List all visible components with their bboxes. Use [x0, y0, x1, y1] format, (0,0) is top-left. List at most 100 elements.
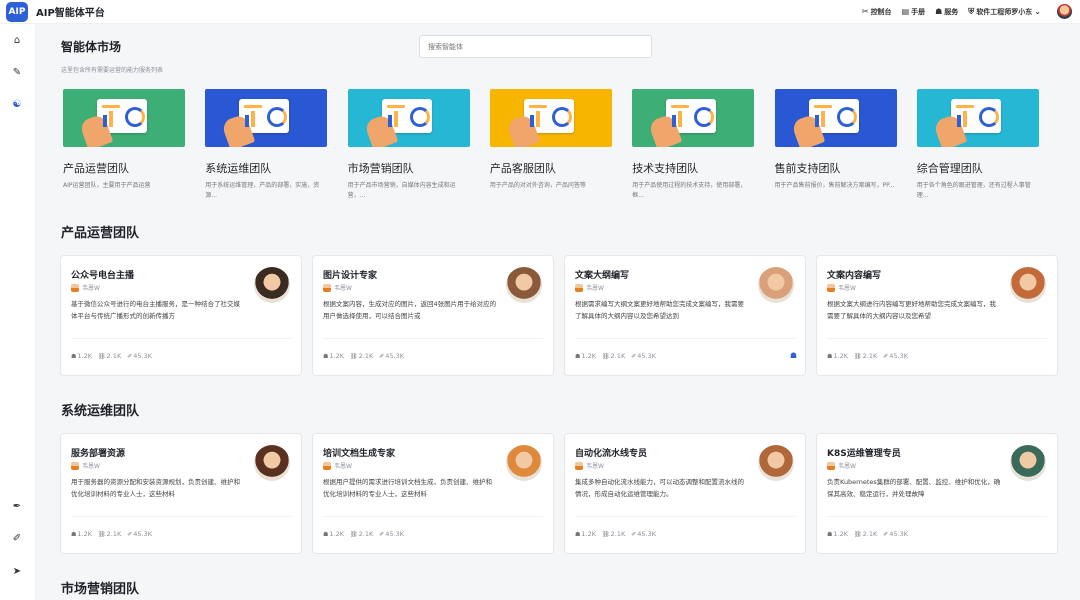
- page-title: 智能体市场: [61, 40, 122, 54]
- team-image: [632, 89, 755, 147]
- agent-description: 用于服务器的资源分配和安装资源规划，负责创建、维护和优化培训材料的专业人士，这些…: [71, 478, 240, 498]
- agent-stats: ☗ 1.2K ⛓ 2.1K ✐ 45.3K: [575, 352, 656, 360]
- agent-card[interactable]: 文案内容编写 韦恩W 根据文案大纲进行内容编写更好地帮助您完成文案编写，我需要了解具…: [816, 255, 1058, 376]
- divider: [827, 516, 1047, 517]
- send-icon[interactable]: ➤: [10, 564, 24, 578]
- team-image: [916, 89, 1039, 147]
- team-image: [489, 89, 612, 147]
- link-icon: ⛓: [602, 530, 610, 538]
- team-card[interactable]: 市场营销团队 用于产品市场营销，自媒体内容生成和运营，...: [347, 89, 470, 201]
- users-icon: ☗: [71, 352, 77, 360]
- agent-author: 韦恩W: [71, 283, 100, 292]
- usage-icon: ✐: [127, 352, 133, 360]
- manual-icon: ▤: [901, 7, 910, 16]
- uses-count: 45.3K: [637, 530, 657, 538]
- nav-manual[interactable]: ▤ 手册: [902, 7, 926, 17]
- app-logo[interactable]: AIP: [6, 1, 28, 22]
- sidebar: ⌂ ✎ ☯ ✒ ✐ ➤: [0, 24, 36, 600]
- agent-card[interactable]: 自动化流水线专员 韦恩W 集成多种自动化流水线能力，可以动态调整和配置流水线的情况，…: [564, 433, 806, 554]
- agent-avatar: [1010, 267, 1046, 303]
- user-badge-icon[interactable]: ☗: [790, 351, 797, 360]
- agent-card[interactable]: 服务部署资源韦恩W 用于服务器的资源分配和安装资源规划，负责创建、维护和优化培训材…: [60, 433, 302, 554]
- agent-card[interactable]: K8S运维管理专员 韦恩W 负责Kubernetes集群的部署、配置、监控、维护和优…: [816, 433, 1058, 554]
- usage-icon: ✐: [127, 530, 133, 538]
- agent-avatar: [758, 445, 794, 481]
- divider: [575, 338, 795, 339]
- link-icon: ⛓: [854, 352, 862, 360]
- links-count: 2.1K: [862, 530, 878, 538]
- agent-name: 服务部署资源: [71, 449, 126, 459]
- team-card[interactable]: 产品客服团队用于产品的对对外咨询，产品问答等: [489, 89, 612, 201]
- agent-stats: ☗ 1.2K ⛓ 2.1K ✐ 45.3K: [827, 352, 908, 360]
- agent-card[interactable]: 文案大纲编写 韦恩W 根据需求编写大纲文案更好地帮助您完成文案编写，我需要了解具体的…: [564, 255, 806, 376]
- users-count: 1.2K: [581, 530, 596, 538]
- links-count: 2.1K: [358, 352, 374, 360]
- section-title: 市场营销团队: [61, 582, 140, 597]
- author-icon: [71, 283, 79, 292]
- agent-description: 根据用户提供的需求进行培训文档生成，负责创建、维护和优化培训材料的专业人士，这些…: [323, 478, 492, 498]
- author-name: 韦恩W: [586, 463, 604, 470]
- team-card[interactable]: 产品运营团队 AIP运营团队，主要用于产品运营: [63, 89, 185, 201]
- links-count: 2.1K: [106, 530, 122, 538]
- divider: [71, 338, 291, 339]
- pen-icon[interactable]: ✒: [10, 499, 24, 513]
- links-count: 2.1K: [106, 352, 122, 360]
- edit-icon[interactable]: ✎: [10, 65, 24, 79]
- author-icon: [575, 283, 583, 292]
- agents-icon[interactable]: ☯: [10, 97, 24, 111]
- users-count: 1.2K: [77, 530, 92, 538]
- agent-card[interactable]: 培训文档生成专家 韦恩W 根据用户提供的需求进行培训文档生成，负责创建、维护和优化培…: [312, 433, 554, 554]
- brush-icon[interactable]: ✐: [10, 531, 24, 545]
- team-name: 技术支持团队: [632, 162, 699, 175]
- team-name: 售前支持团队: [774, 162, 841, 175]
- link-icon: ⛓: [350, 530, 358, 538]
- team-desc: 用于产品售前报价，售前解决方案编写，PP...: [774, 182, 895, 189]
- team-image: [63, 89, 185, 147]
- agent-description: 根据文案内容，生成对应的图片，返回4张图片用于给对应的用户做选择使用，可以结合图…: [323, 300, 497, 320]
- nav-console[interactable]: ✂ 控制台: [862, 7, 892, 17]
- service-icon: ☗: [935, 7, 943, 16]
- users-count: 1.2K: [77, 352, 92, 360]
- links-count: 2.1K: [610, 352, 626, 360]
- author-name: 韦恩W: [838, 285, 856, 292]
- agent-author: 韦恩W: [827, 283, 856, 292]
- team-card[interactable]: 售前支持团队用于产品售前报价，售前解决方案编写，PP...: [774, 89, 897, 201]
- agent-description: 负责Kubernetes集群的部署、配置、监控、维护和优化，确保其高效、稳定运行…: [827, 478, 1001, 498]
- team-image: [347, 89, 470, 147]
- section-title: 产品运营团队: [61, 226, 140, 241]
- team-card[interactable]: 综合管理团队 用于各个角色的跟进管理，还有过程人事管理...: [916, 89, 1039, 201]
- link-icon: ⛓: [98, 530, 106, 538]
- team-card[interactable]: 技术支持团队用于产品使用过程的技术支持，使用部署，框...: [632, 89, 755, 201]
- users-count: 1.2K: [833, 352, 848, 360]
- agent-card[interactable]: 公众号电台主播 韦恩W 基于微信公众号进行的电台主播服务，是一种结合了社交媒体平台与…: [60, 255, 302, 376]
- team-name: 产品客服团队: [489, 162, 556, 175]
- uses-count: 45.3K: [133, 530, 153, 538]
- agent-description: 根据文案大纲进行内容编写更好地帮助您完成文案编写，我需要了解具体的大纲内容以及您…: [827, 300, 996, 320]
- agent-avatar: [1010, 445, 1046, 481]
- users-count: 1.2K: [329, 352, 344, 360]
- agent-stats: ☗ 1.2K ⛓ 2.1K ✐ 45.3K: [323, 530, 404, 538]
- agent-author: 韦恩W: [71, 461, 100, 470]
- avatar[interactable]: [1057, 4, 1072, 19]
- team-desc: 用于产品使用过程的技术支持，使用部署，框...: [632, 182, 747, 199]
- console-icon: ✂: [861, 7, 869, 16]
- nav-service-label: 服务: [944, 7, 959, 16]
- home-icon[interactable]: ⌂: [10, 33, 24, 47]
- nav-console-label: 控制台: [870, 7, 892, 16]
- search-input[interactable]: [419, 35, 652, 58]
- agent-name: K8S运维管理专员: [827, 449, 901, 459]
- agent-author: 韦恩W: [323, 283, 352, 292]
- team-card[interactable]: 系统运维团队 用于系统运维管理，产品的部署，实施，资源...: [205, 89, 328, 201]
- agent-card[interactable]: 图片设计专家 韦恩W 根据文案内容，生成对应的图片，返回4张图片用于给对应的用户做选…: [312, 255, 554, 376]
- agent-description: 根据需求编写大纲文案更好地帮助您完成文案编写，我需要了解具体的大纲内容以及您希望…: [575, 300, 744, 320]
- user-menu[interactable]: ⛨ 软件工程师罗小东 ⌄: [968, 7, 1041, 17]
- nav-service[interactable]: ☗ 服务: [935, 7, 958, 17]
- author-name: 韦恩W: [334, 463, 352, 470]
- users-icon: ☗: [71, 530, 77, 538]
- author-name: 韦恩W: [82, 463, 100, 470]
- uses-count: 45.3K: [385, 530, 405, 538]
- uses-count: 45.3K: [889, 530, 909, 538]
- team-desc: 用于产品的对对外咨询，产品问答等: [489, 182, 586, 189]
- agent-stats: ☗ 1.2K ⛓ 2.1K ✐ 45.3K: [71, 530, 152, 538]
- team-name: 产品运营团队: [63, 162, 129, 175]
